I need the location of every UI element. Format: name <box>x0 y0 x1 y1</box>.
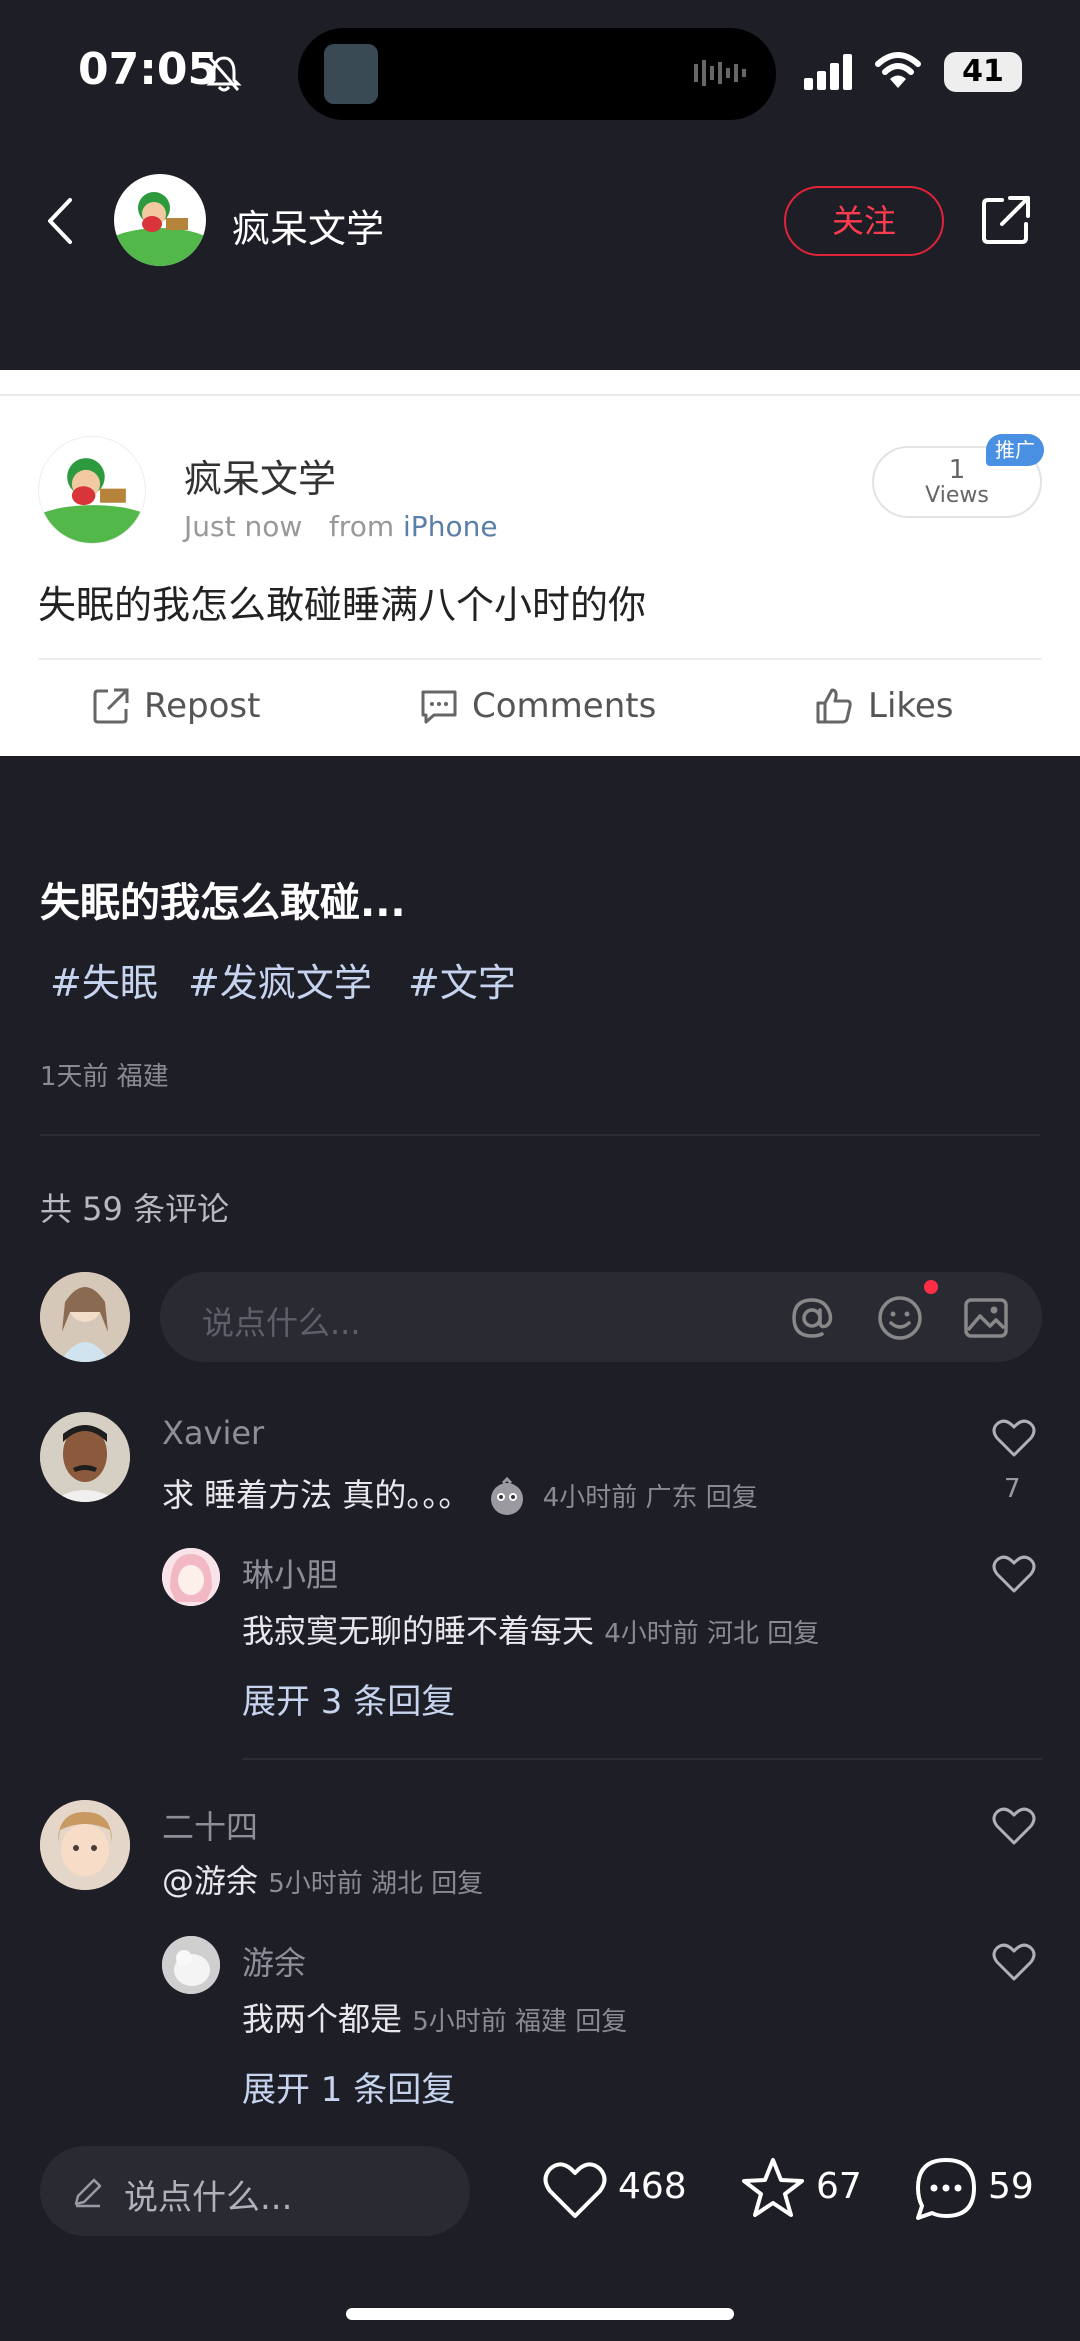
card-author-name[interactable]: 疯呆文学 <box>184 448 336 503</box>
comment-icon <box>421 690 457 724</box>
reply-meta[interactable]: 5小时前 福建 回复 <box>412 2007 627 2037</box>
reply-text: 我寂寞无聊的睡不着每天 <box>242 1612 595 1650</box>
likes-button[interactable]: Likes <box>814 686 954 726</box>
likes-label: Likes <box>868 686 954 726</box>
comment-body: @游余 5小时前 湖北 回复 <box>162 1856 483 1902</box>
emoji-sticker <box>487 1476 527 1517</box>
hashtag-2[interactable]: #发疯文学 <box>188 952 372 1007</box>
hashtag-3[interactable]: #文字 <box>408 952 516 1007</box>
reply-text: 我两个都是 <box>242 2000 403 2038</box>
repost-label: Repost <box>144 686 261 726</box>
battery-indicator: 41 <box>944 52 1022 92</box>
comment-like-count: 7 <box>1004 1474 1021 1504</box>
commenter-name[interactable]: 二十四 <box>162 1802 258 1848</box>
home-indicator[interactable] <box>346 2308 734 2320</box>
status-time: 07:05 <box>78 44 219 95</box>
card-text: 失眠的我怎么敢碰睡满八个小时的你 <box>38 583 647 627</box>
card-meta: Just now from iPhone <box>184 510 498 543</box>
hashtag-1[interactable]: #失眠 <box>50 952 158 1007</box>
commenter-name[interactable]: Xavier <box>162 1414 264 1452</box>
my-avatar <box>40 1272 130 1362</box>
card-time: Just now <box>184 510 303 543</box>
media-thumbnail <box>324 44 378 104</box>
reply-body: 我两个都是 5小时前 福建 回复 <box>242 1994 627 2040</box>
reply-body: 我寂寞无聊的睡不着每天 4小时前 河北 回复 <box>242 1606 819 1652</box>
expand-replies-button[interactable]: 展开 3 条回复 <box>242 1674 455 1723</box>
card-avatar[interactable] <box>38 436 146 544</box>
emoji-icon[interactable] <box>876 1294 924 1342</box>
comment-input-placeholder: 说点什么... <box>202 1304 361 1342</box>
reply-author-name[interactable]: 琳小胆 <box>242 1550 338 1596</box>
author-avatar[interactable] <box>114 174 206 266</box>
star-icon[interactable] <box>740 2156 806 2220</box>
card-actions-divider <box>38 658 1042 660</box>
header-title: 疯呆文学 <box>232 207 385 251</box>
image-icon[interactable] <box>962 1294 1010 1342</box>
post-meta: 1天前 福建 <box>40 1062 169 1092</box>
promote-badge[interactable]: 推广 <box>986 434 1044 466</box>
section-divider <box>40 1134 1040 1136</box>
thumbs-up-icon <box>816 688 852 724</box>
repost-icon <box>93 688 129 724</box>
comment-body: 求 睡着方法 真的。。。 4小时前 广东 回复 <box>162 1470 758 1517</box>
share-icon[interactable] <box>980 194 1032 246</box>
comment-text[interactable]: @游余 <box>162 1862 258 1900</box>
comments-button[interactable]: Comments <box>420 686 656 726</box>
heart-icon[interactable] <box>992 1418 1036 1458</box>
favorite-count: 67 <box>816 2166 862 2207</box>
expand-replies-button[interactable]: 展开 1 条回复 <box>242 2062 455 2111</box>
heart-icon[interactable] <box>542 2160 608 2220</box>
comments-label: Comments <box>472 686 657 726</box>
audio-wave-icon <box>694 60 746 86</box>
pencil-icon <box>74 2178 102 2208</box>
comment-text: 求 睡着方法 真的。。。 <box>162 1476 471 1514</box>
heart-icon[interactable] <box>992 1806 1036 1846</box>
reply-avatar[interactable] <box>162 1548 220 1606</box>
bottom-input-placeholder: 说点什么... <box>124 2178 293 2218</box>
cellular-signal-icon <box>804 54 852 90</box>
heart-icon[interactable] <box>992 1554 1036 1594</box>
reply-avatar[interactable] <box>162 1936 220 1994</box>
comment-count: 共 59 条评论 <box>40 1190 230 1228</box>
views-label: Views <box>925 483 989 508</box>
card-from-prefix: from <box>328 510 395 543</box>
notification-dot <box>924 1280 938 1294</box>
card-divider <box>0 394 1080 396</box>
like-count: 468 <box>618 2166 687 2207</box>
bell-muted-icon <box>206 56 242 92</box>
card-source[interactable]: iPhone <box>403 510 498 543</box>
comment-total: 59 <box>988 2166 1034 2207</box>
comment-bubble-icon[interactable] <box>912 2156 980 2222</box>
reply-meta[interactable]: 4小时前 河北 回复 <box>604 1619 819 1649</box>
comment-divider <box>242 1758 1042 1760</box>
at-mention-icon[interactable] <box>788 1294 836 1342</box>
reply-author-name[interactable]: 游余 <box>242 1938 306 1984</box>
heart-icon[interactable] <box>992 1942 1036 1982</box>
post-title: 失眠的我怎么敢碰... <box>40 880 406 926</box>
wifi-icon <box>875 52 921 88</box>
follow-button[interactable]: 关注 <box>784 186 944 256</box>
commenter-avatar[interactable] <box>40 1412 130 1502</box>
comment-meta[interactable]: 5小时前 湖北 回复 <box>268 1869 483 1899</box>
commenter-avatar[interactable] <box>40 1800 130 1890</box>
back-arrow-icon[interactable] <box>44 196 74 246</box>
comment-meta[interactable]: 4小时前 广东 回复 <box>543 1483 758 1513</box>
repost-button[interactable]: Repost <box>92 686 260 726</box>
